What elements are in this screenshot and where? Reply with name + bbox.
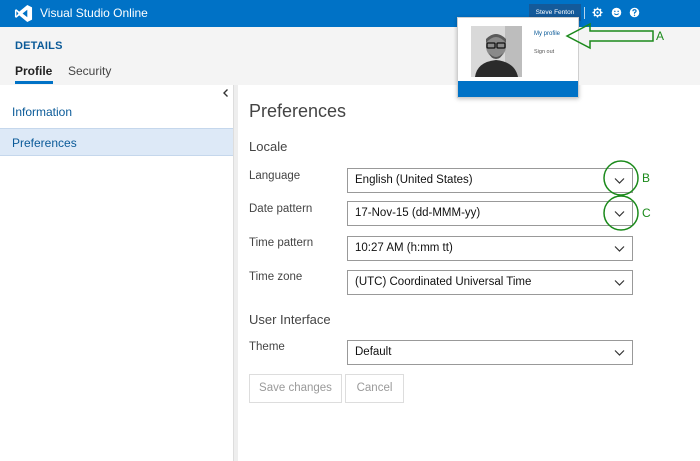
theme-label: Theme xyxy=(249,341,285,353)
chevron-left-icon[interactable] xyxy=(221,88,231,98)
user-interface-heading: User Interface xyxy=(249,312,331,327)
chevron-down-icon xyxy=(614,350,625,356)
date-pattern-label: Date pattern xyxy=(249,203,313,215)
cancel-button[interactable]: Cancel xyxy=(345,374,404,403)
section-title: DETAILS xyxy=(15,40,63,52)
locale-heading: Locale xyxy=(249,139,288,154)
chevron-down-icon xyxy=(614,246,625,252)
time-pattern-select[interactable]: 10:27 AM (h:mm tt) xyxy=(347,236,633,261)
chevron-down-icon xyxy=(614,280,625,286)
sidebar-item-information[interactable]: Information xyxy=(0,98,233,126)
divider xyxy=(584,7,585,19)
language-label: Language xyxy=(249,170,301,182)
sidebar-item-preferences[interactable]: Preferences xyxy=(0,128,233,156)
chevron-down-icon xyxy=(614,178,625,184)
avatar-photo-icon xyxy=(471,26,522,77)
active-tab-indicator xyxy=(15,81,53,84)
sidebar: Information Preferences xyxy=(0,85,234,461)
language-select[interactable]: English (United States) xyxy=(347,168,633,193)
sign-out-link[interactable]: Sign out xyxy=(534,49,554,55)
save-changes-button[interactable]: Save changes xyxy=(249,374,342,403)
time-pattern-label: Time pattern xyxy=(249,237,314,249)
profile-popup: My profile Sign out xyxy=(457,17,579,98)
time-zone-select[interactable]: (UTC) Coordinated Universal Time xyxy=(347,270,633,295)
time-zone-label: Time zone xyxy=(249,271,303,283)
date-pattern-select[interactable]: 17-Nov-15 (dd-MMM-yy) xyxy=(347,201,633,226)
time-pattern-value: 10:27 AM (h:mm tt) xyxy=(355,242,453,254)
tab-security[interactable]: Security xyxy=(68,64,111,78)
annotation-label-a: A xyxy=(656,29,665,43)
visual-studio-logo-icon[interactable] xyxy=(14,4,33,23)
annotation-label-c: C xyxy=(642,206,651,220)
theme-value: Default xyxy=(355,346,392,358)
top-bar: Visual Studio Online Steve Fenton xyxy=(0,0,700,27)
page-title: Preferences xyxy=(249,101,347,121)
gear-icon[interactable] xyxy=(592,7,603,18)
header-shade xyxy=(579,27,648,85)
splitter[interactable] xyxy=(234,85,238,461)
chevron-down-icon xyxy=(614,211,625,217)
popup-footer xyxy=(458,81,578,97)
time-zone-value: (UTC) Coordinated Universal Time xyxy=(355,276,532,288)
annotation-label-b: B xyxy=(642,171,651,185)
language-value: English (United States) xyxy=(355,174,473,186)
date-pattern-value: 17-Nov-15 (dd-MMM-yy) xyxy=(355,207,481,219)
avatar xyxy=(471,26,522,77)
theme-select[interactable]: Default xyxy=(347,340,633,365)
app-title[interactable]: Visual Studio Online xyxy=(40,6,148,20)
tab-profile[interactable]: Profile xyxy=(15,64,52,78)
smiley-icon[interactable] xyxy=(611,7,622,18)
help-icon[interactable] xyxy=(629,7,640,18)
my-profile-link[interactable]: My profile xyxy=(534,31,560,37)
